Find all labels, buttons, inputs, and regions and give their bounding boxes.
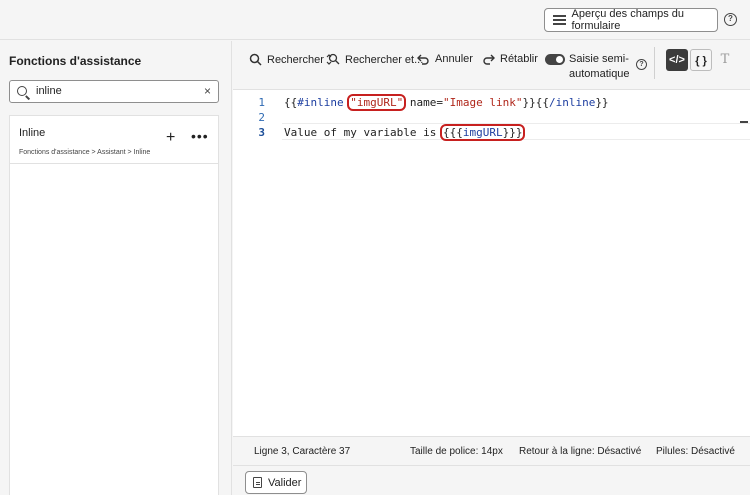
code-token: }}{{ [522, 96, 549, 109]
autocomplete-label: Saisie semi-automatique [569, 53, 630, 80]
validate-label: Valider [268, 476, 302, 489]
scrollbar-marker[interactable] [740, 121, 748, 123]
form-fields-preview-label: Aperçu des champs du formulaire [571, 8, 685, 32]
redo-label: Rétablir [500, 53, 538, 65]
top-bar: Aperçu des champs du formulaire ? [0, 0, 750, 40]
redo-button[interactable]: Rétablir [482, 53, 538, 65]
editor-toolbar: Rechercher Rechercher et... Annuler Réta… [233, 41, 750, 89]
helper-list: Inline Fonctions d'assistance > Assistan… [9, 115, 219, 495]
font-size-status: Taille de police: 14px [410, 446, 503, 457]
code-token: imgURL [462, 126, 503, 139]
undo-icon [417, 54, 429, 65]
code-line-1[interactable]: {{#inline "imgURL" name="Image link"}}{{… [284, 94, 609, 111]
helper-path: Fonctions d'assistance > Assistant > Inl… [19, 149, 151, 156]
search-label: Rechercher [267, 53, 324, 66]
search-button[interactable]: Rechercher [249, 53, 324, 66]
code-token: {{ [284, 96, 298, 109]
json-mode-button[interactable]: { } [690, 49, 712, 71]
code-token: {{{ [442, 126, 463, 139]
list-icon [553, 15, 566, 25]
autocomplete-toggle[interactable] [545, 54, 565, 65]
code-token: }} [595, 96, 609, 109]
search-icon [249, 53, 262, 66]
wrap-status: Retour à la ligne: Désactivé [519, 446, 642, 457]
helper-name: Inline [19, 127, 46, 139]
line-number: 3 [258, 126, 265, 139]
search-replace-label: Rechercher et... [345, 53, 424, 66]
highlighted-imgurl-expression: {{{imgURL}}} [439, 124, 526, 141]
helper-functions-panel: Fonctions d'assistance inline × Inline F… [0, 41, 232, 495]
undo-label: Annuler [435, 53, 473, 65]
search-icon [17, 86, 27, 96]
search-replace-icon [326, 53, 340, 65]
search-value: inline [36, 85, 62, 97]
status-bar: Ligne 3, Caractère 37 Taille de police: … [233, 436, 750, 465]
code-token: "Image link" [442, 96, 523, 109]
clear-icon[interactable]: × [204, 84, 211, 98]
more-icon[interactable]: ••• [191, 129, 209, 143]
editor-footer: Valider [233, 465, 750, 495]
cursor-position: Ligne 3, Caractère 37 [254, 446, 351, 457]
code-token: name= [403, 96, 443, 109]
line-number: 1 [258, 96, 265, 109]
form-fields-preview-button[interactable]: Aperçu des champs du formulaire [544, 8, 718, 32]
pills-status: Pilules: Désactivé [656, 446, 735, 457]
line-gutter: 1 2 3 [233, 90, 282, 437]
helper-search-input[interactable]: inline × [9, 80, 219, 103]
list-item[interactable]: Inline Fonctions d'assistance > Assistan… [10, 116, 218, 164]
validate-button[interactable]: Valider [245, 471, 307, 494]
code-mode-button[interactable]: </> [666, 49, 688, 71]
help-icon[interactable]: ? [636, 59, 647, 70]
code-token: /inline [548, 96, 596, 109]
code-editor[interactable]: 1 2 3 {{#inline "imgURL" name="Image lin… [233, 89, 750, 437]
code-token: }}} [502, 126, 523, 139]
toolbar-divider [654, 47, 655, 79]
validate-icon [253, 477, 262, 488]
undo-button[interactable]: Annuler [417, 53, 473, 65]
code-token: #inline [297, 96, 344, 109]
line-number: 2 [258, 111, 265, 124]
search-replace-button[interactable]: Rechercher et... [326, 53, 423, 66]
add-icon[interactable]: + [166, 130, 175, 146]
code-line-3[interactable]: Value of my variable is {{{imgURL}}} [284, 124, 526, 141]
panel-title: Fonctions d'assistance [9, 54, 142, 68]
redo-icon [483, 54, 495, 65]
code-token: Value of my variable is [284, 126, 443, 139]
highlighted-imgurl-string: "imgURL" [347, 94, 407, 111]
help-icon[interactable]: ? [724, 13, 737, 26]
text-mode-button[interactable]: T [714, 49, 736, 71]
